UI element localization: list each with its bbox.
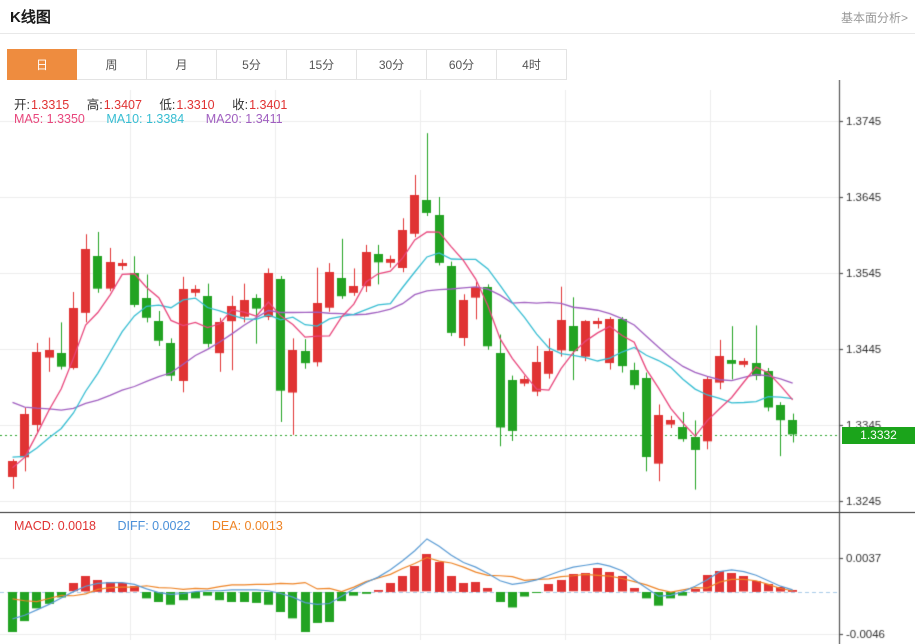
tab-30min[interactable]: 30分 xyxy=(357,49,427,80)
ohlc-open-value: 1.3315 xyxy=(31,98,69,112)
fundamental-analysis-link[interactable]: 基本面分析> xyxy=(841,9,908,26)
tab-day[interactable]: 日 xyxy=(7,49,77,80)
chart-area: 开:1.3315 高:1.3407 低:1.3310 收:1.3401 MA5:… xyxy=(0,80,915,644)
ohlc-low-label: 低: xyxy=(159,98,175,112)
macd-value-legend: MACD: 0.0018 xyxy=(14,519,96,533)
diff-value-legend: DIFF: 0.0022 xyxy=(117,519,190,533)
kline-chart-canvas[interactable] xyxy=(0,80,915,644)
ohlc-close-value: 1.3401 xyxy=(249,98,287,112)
ma20-legend: MA20: 1.3411 xyxy=(206,112,283,126)
tab-week[interactable]: 周 xyxy=(77,49,147,80)
ohlc-high-value: 1.3407 xyxy=(104,98,142,112)
current-price-badge: 1.3332 xyxy=(842,427,915,444)
ohlc-open-label: 开: xyxy=(14,98,30,112)
tab-60min[interactable]: 60分 xyxy=(427,49,497,80)
ohlc-low-value: 1.3310 xyxy=(176,98,214,112)
ma-legend: MA5: 1.3350 MA10: 1.3384 MA20: 1.3411 xyxy=(14,112,301,126)
ohlc-high-label: 高: xyxy=(87,98,103,112)
tab-month[interactable]: 月 xyxy=(147,49,217,80)
tab-5min[interactable]: 5分 xyxy=(217,49,287,80)
ma10-legend: MA10: 1.3384 xyxy=(106,112,184,126)
ma5-legend: MA5: 1.3350 xyxy=(14,112,85,126)
ohlc-close-label: 收: xyxy=(232,98,248,112)
dea-value-legend: DEA: 0.0013 xyxy=(212,519,283,533)
period-tabs: 日 周 月 5分 15分 30分 60分 4时 xyxy=(7,49,567,80)
tab-4hour[interactable]: 4时 xyxy=(497,49,567,80)
ohlc-legend: 开:1.3315 高:1.3407 低:1.3310 收:1.3401 xyxy=(14,94,301,113)
header: K线图 基本面分析> xyxy=(0,0,915,34)
macd-legend: MACD: 0.0018 DIFF: 0.0022 DEA: 0.0013 xyxy=(14,519,301,533)
page-title: K线图 xyxy=(10,6,51,27)
tab-15min[interactable]: 15分 xyxy=(287,49,357,80)
